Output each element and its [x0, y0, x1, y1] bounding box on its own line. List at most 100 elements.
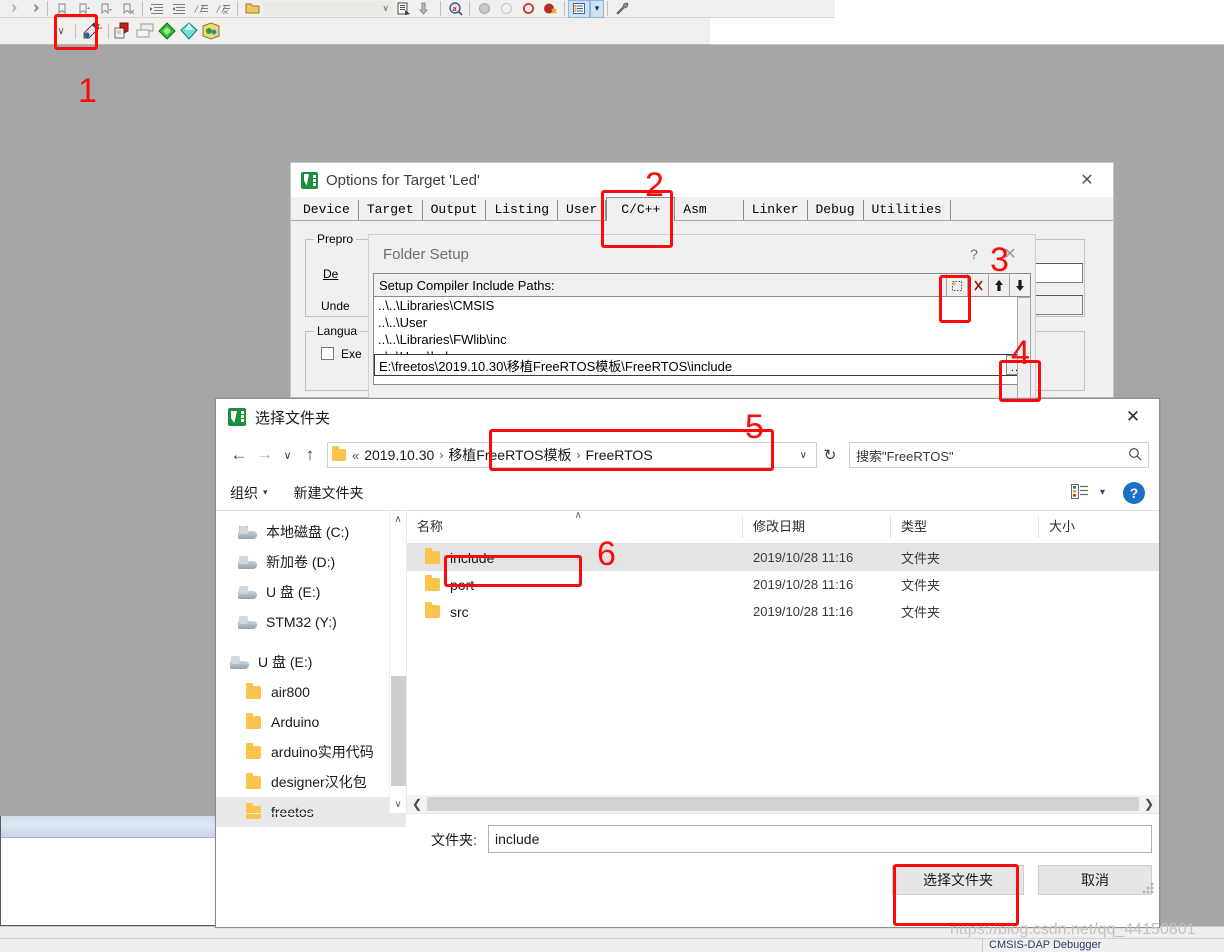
scroll-up-icon[interactable]: ∧: [390, 511, 406, 528]
list-item[interactable]: ..\..\Libraries\FWlib\inc: [374, 331, 1030, 348]
table-row[interactable]: port 2019/10/28 11:16 文件夹: [407, 571, 1159, 598]
navigation-pane-scrollbar[interactable]: ∧ ∨: [389, 511, 406, 813]
breakpoint-empty-icon[interactable]: [495, 0, 517, 18]
table-row[interactable]: src 2019/10/28 11:16 文件夹: [407, 598, 1159, 625]
indent-increase-icon[interactable]: [146, 0, 168, 18]
options-for-target-icon[interactable]: [79, 20, 105, 42]
forward-button[interactable]: →: [252, 442, 278, 468]
indent-decrease-icon[interactable]: [168, 0, 190, 18]
tree-item-usb-e-expanded[interactable]: U 盘 (E:): [216, 647, 406, 677]
column-header-type[interactable]: 类型: [891, 516, 1039, 538]
tab-device[interactable]: Device: [295, 200, 359, 220]
breakpoint-toggle-icon[interactable]: [517, 0, 539, 18]
redo-icon[interactable]: [22, 0, 44, 18]
file-list-horizontal-scrollbar[interactable]: ❮ ❯: [407, 795, 1159, 813]
scroll-down-icon[interactable]: ∨: [390, 796, 406, 813]
tree-item-air800[interactable]: air800: [216, 677, 406, 707]
tree-item-new-volume-d[interactable]: 新加卷 (D:): [216, 547, 406, 577]
pack-icon[interactable]: [200, 20, 222, 42]
move-down-button[interactable]: [1009, 274, 1030, 296]
cancel-button[interactable]: 取消: [1038, 865, 1152, 895]
column-header-name[interactable]: ∧ 名称: [407, 510, 743, 538]
tab-listing[interactable]: Listing: [486, 200, 559, 220]
back-button[interactable]: ←: [226, 442, 252, 468]
pack-installer-icon[interactable]: [156, 20, 178, 42]
project-window-dropdown-icon[interactable]: ▾: [590, 0, 604, 18]
tab-linker[interactable]: Linker: [743, 200, 808, 220]
search-icon[interactable]: [1128, 447, 1142, 464]
folder-name-input[interactable]: include: [488, 825, 1152, 853]
execute-only-code-checkbox[interactable]: [321, 347, 334, 360]
breadcrumb[interactable]: « 2019.10.30 › 移植FreeRTOS模板 › FreeRTOS ∨: [327, 442, 817, 468]
project-window-icon[interactable]: [568, 0, 590, 18]
tree-item-designer-cn[interactable]: designer汉化包: [216, 767, 406, 797]
search-input[interactable]: 搜索"FreeRTOS": [849, 442, 1149, 468]
tree-item-stm32-y[interactable]: STM32 (Y:): [216, 607, 406, 637]
include-paths-list[interactable]: ..\..\Libraries\CMSIS ..\..\User ..\..\L…: [373, 297, 1031, 385]
breadcrumb-overflow[interactable]: «: [352, 448, 364, 463]
list-item[interactable]: ..\..\Libraries\CMSIS: [374, 297, 1030, 314]
recent-locations-button[interactable]: ∨: [278, 442, 297, 468]
tab-output[interactable]: Output: [422, 200, 487, 220]
tree-item-usb-e[interactable]: U 盘 (E:): [216, 577, 406, 607]
column-header-size[interactable]: 大小: [1039, 516, 1137, 538]
scroll-left-icon[interactable]: ❮: [407, 797, 427, 811]
step-icon[interactable]: [415, 0, 437, 18]
file-row-name[interactable]: include: [407, 548, 743, 566]
list-item[interactable]: ..\..\User: [374, 314, 1030, 331]
organize-menu[interactable]: 组织 ▾: [230, 483, 268, 503]
column-header-date[interactable]: 修改日期: [743, 516, 891, 538]
select-folder-close-button[interactable]: ✕: [1111, 402, 1155, 432]
breadcrumb-segment[interactable]: 2019.10.30: [364, 447, 434, 463]
bookmark-next-icon[interactable]: [95, 0, 117, 18]
tab-asm[interactable]: Asm: [675, 200, 744, 220]
comment-lines-icon[interactable]: //: [190, 0, 212, 18]
new-path-button[interactable]: [946, 274, 967, 296]
bookmark-clear-icon[interactable]: [117, 0, 139, 18]
uncomment-lines-icon[interactable]: //: [212, 0, 234, 18]
scrollbar-thumb[interactable]: [427, 797, 1139, 811]
tab-c-cpp[interactable]: C/C++: [606, 197, 676, 221]
new-folder-button[interactable]: 新建文件夹: [294, 483, 364, 503]
manage-project-items-icon[interactable]: [112, 20, 134, 42]
chevron-down-icon[interactable]: ∨: [791, 450, 816, 461]
options-close-button[interactable]: ✕: [1067, 166, 1107, 194]
refresh-icon[interactable]: ↻: [817, 446, 843, 464]
table-row[interactable]: include 2019/10/28 11:16 文件夹: [407, 544, 1159, 571]
select-folder-button[interactable]: 选择文件夹: [892, 865, 1024, 895]
file-row-name[interactable]: src: [407, 602, 743, 620]
view-layout-dropdown-icon[interactable]: ▾: [1100, 487, 1105, 498]
insert-breakpoint-icon[interactable]: [393, 0, 415, 18]
breakpoint-disabled-icon[interactable]: [473, 0, 495, 18]
help-button[interactable]: ?: [1123, 481, 1145, 504]
find-in-files-icon[interactable]: a: [444, 0, 466, 18]
multi-project-icon[interactable]: [134, 20, 156, 42]
manage-run-time-icon[interactable]: [178, 20, 200, 42]
configure-icon[interactable]: [611, 0, 633, 18]
breadcrumb-segment[interactable]: FreeRTOS: [585, 447, 652, 463]
up-button[interactable]: ↑: [297, 442, 323, 468]
tab-target[interactable]: Target: [358, 200, 423, 220]
breadcrumb-segment[interactable]: 移植FreeRTOS模板: [448, 445, 571, 465]
bookmark-prev-icon[interactable]: [73, 0, 95, 18]
tree-item-local-disk-c[interactable]: 本地磁盘 (C:): [216, 517, 406, 547]
breakpoint-kill-icon[interactable]: [539, 0, 561, 18]
tab-utilities[interactable]: Utilities: [863, 200, 951, 220]
bookmark-toggle-icon[interactable]: [51, 0, 73, 18]
open-file-icon[interactable]: [241, 0, 263, 18]
file-row-name[interactable]: port: [407, 575, 743, 593]
view-layout-icon[interactable]: [1070, 483, 1088, 502]
tab-user[interactable]: User: [558, 200, 607, 220]
include-path-edit-field[interactable]: E:\freetos\2019.10.30\移植FreeRTOS模板\FreeR…: [374, 354, 1030, 376]
resize-grip-icon[interactable]: [1142, 882, 1154, 894]
toolbar-combo[interactable]: ∨: [263, 1, 393, 16]
delete-path-button[interactable]: [967, 274, 988, 296]
undo-icon[interactable]: [0, 0, 22, 18]
target-select-dropdown[interactable]: ∨: [50, 22, 72, 40]
tab-debug[interactable]: Debug: [807, 200, 864, 220]
scroll-right-icon[interactable]: ❯: [1139, 797, 1159, 811]
tree-item-arduino-code[interactable]: arduino实用代码: [216, 737, 406, 767]
scrollbar-thumb[interactable]: [391, 676, 406, 786]
tree-item-arduino[interactable]: Arduino: [216, 707, 406, 737]
folder-setup-help-button[interactable]: ?: [959, 246, 989, 262]
